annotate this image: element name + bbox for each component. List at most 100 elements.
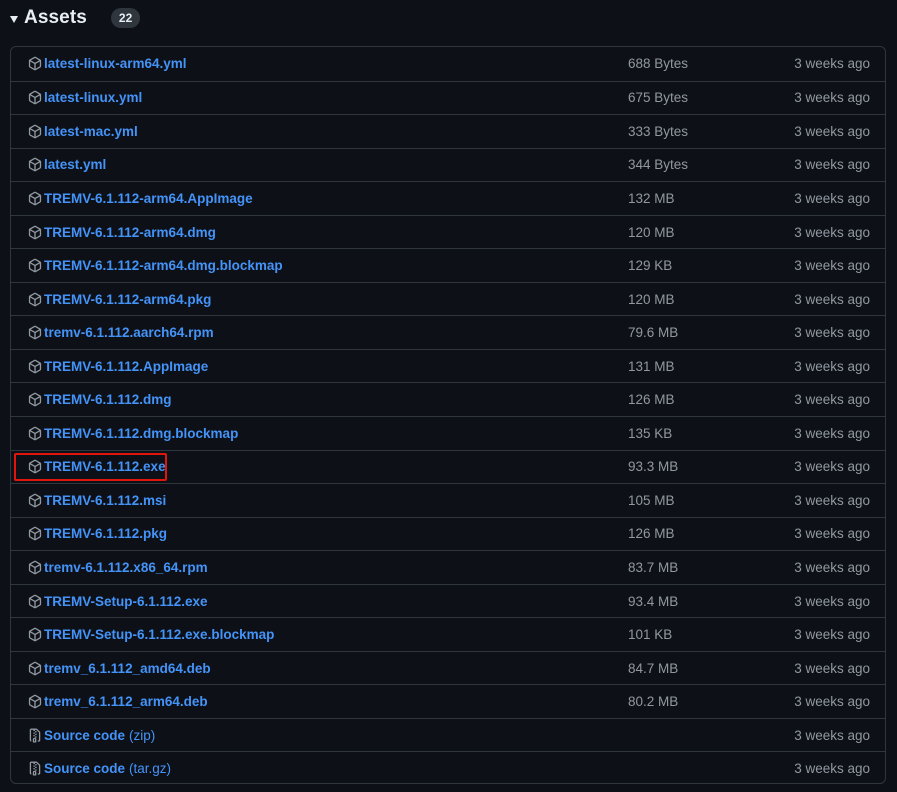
asset-date: 3 weeks ago — [794, 727, 870, 743]
asset-name-cell: latest-linux.yml — [28, 82, 142, 115]
asset-size: 688 Bytes — [628, 56, 689, 72]
asset-name-cell: Source code (tar.gz) — [28, 752, 171, 783]
asset-name-cell: tremv_6.1.112_arm64.deb — [28, 685, 208, 718]
asset-row: TREMV-6.1.112.dmg 126 MB 3 weeks ago — [11, 382, 885, 416]
asset-name-cell: latest.yml — [28, 149, 106, 182]
asset-size: 120 MB — [628, 224, 675, 240]
asset-row: tremv-6.1.112.aarch64.rpm 79.6 MB 3 weeks … — [11, 315, 885, 349]
asset-name-cell: TREMV-6.1.112-arm64.dmg.blockmap — [28, 249, 283, 282]
asset-date: 3 weeks ago — [794, 761, 870, 777]
package-icon — [28, 56, 42, 72]
asset-link-tremv-6-1-112-arm64-dmg-blockmap[interactable]: TREMV-6.1.112-arm64.dmg.blockmap — [44, 258, 283, 273]
asset-link-suffix[interactable]: (zip) — [129, 728, 155, 743]
asset-row: TREMV-6.1.112.exe 93.3 MB 3 weeks ago — [11, 449, 885, 484]
package-icon — [28, 593, 42, 609]
asset-row: TREMV-6.1.112.dmg.blockmap 135 KB 3 weeks … — [11, 416, 885, 450]
asset-link-tremv-6-1-112-msi[interactable]: TREMV-6.1.112.msi — [44, 493, 166, 508]
asset-link-tremv-6-1-112-pkg[interactable]: TREMV-6.1.112.pkg — [44, 526, 167, 541]
asset-size: 131 MB — [628, 358, 675, 374]
asset-size: 79.6 MB — [628, 325, 679, 341]
package-icon — [28, 224, 42, 240]
asset-date: 3 weeks ago — [794, 291, 870, 307]
asset-size: 83.7 MB — [628, 559, 679, 575]
package-icon — [28, 325, 42, 341]
asset-size: 135 KB — [628, 425, 673, 441]
asset-size: 129 KB — [628, 258, 673, 274]
package-icon — [28, 694, 42, 710]
asset-link-tremv-6-1-112-arm64-appimage[interactable]: TREMV-6.1.112-arm64.AppImage — [44, 191, 253, 206]
asset-name-cell: tremv-6.1.112.x86_64.rpm — [28, 551, 208, 584]
asset-date: 3 weeks ago — [794, 627, 870, 643]
asset-row: TREMV-Setup-6.1.112.exe 93.4 MB 3 weeks ag… — [11, 583, 885, 618]
asset-date: 3 weeks ago — [794, 425, 870, 441]
asset-link-tremv-6-1-112-arm64-pkg[interactable]: TREMV-6.1.112-arm64.pkg — [44, 292, 211, 307]
asset-link-tremv-6-1-112-dmg[interactable]: TREMV-6.1.112.dmg — [44, 392, 172, 407]
asset-date: 3 weeks ago — [794, 190, 870, 206]
package-icon — [28, 660, 42, 676]
asset-date: 3 weeks ago — [794, 56, 870, 72]
asset-date: 3 weeks ago — [794, 593, 870, 609]
asset-name-cell: latest-mac.yml — [28, 115, 138, 148]
package-icon — [28, 190, 42, 206]
asset-link-tremv-6-1-112-dmg-blockmap[interactable]: TREMV-6.1.112.dmg.blockmap — [44, 426, 238, 441]
assets-list: latest-linux-arm64.yml 688 Bytes 3 weeks a… — [10, 46, 886, 784]
asset-name-cell: TREMV-6.1.112-arm64.AppImage — [28, 182, 253, 215]
asset-row: TREMV-Setup-6.1.112.exe.blockmap 101 KB 3 … — [11, 617, 885, 651]
asset-link-latest-linux-yml[interactable]: latest-linux.yml — [44, 90, 142, 105]
asset-link-source-code-tar-gz[interactable]: Source code — [44, 761, 125, 776]
asset-link-tremv-setup-6-1-112-exe-blockmap[interactable]: TREMV-Setup-6.1.112.exe.blockmap — [44, 627, 274, 642]
asset-date: 3 weeks ago — [794, 559, 870, 575]
assets-count-badge: 22 — [110, 8, 141, 28]
asset-date: 3 weeks ago — [794, 224, 870, 240]
asset-size: 333 Bytes — [628, 123, 689, 139]
asset-row: latest-mac.yml 333 Bytes 3 weeks ago — [11, 114, 885, 148]
asset-link-latest-yml[interactable]: latest.yml — [44, 157, 106, 172]
asset-size: 675 Bytes — [628, 90, 689, 106]
asset-name-cell: TREMV-6.1.112.pkg — [28, 518, 167, 551]
asset-link-tremv-6-1-112-exe[interactable]: TREMV-6.1.112.exe — [44, 459, 166, 474]
asset-link-tremv-6-1-112-amd64-deb[interactable]: tremv_6.1.112_amd64.deb — [44, 661, 211, 676]
asset-link-tremv-6-1-112-arm64-dmg[interactable]: TREMV-6.1.112-arm64.dmg — [44, 225, 216, 240]
asset-size: 132 MB — [628, 190, 675, 206]
asset-size: 120 MB — [628, 291, 675, 307]
package-icon — [28, 291, 42, 307]
asset-row: TREMV-6.1.112.AppImage 131 MB 3 weeks ago — [11, 348, 885, 383]
asset-date: 3 weeks ago — [794, 358, 870, 374]
asset-row: TREMV-6.1.112.pkg 126 MB 3 weeks ago — [11, 516, 885, 551]
asset-row: latest-linux.yml 675 Bytes 3 weeks ago — [11, 80, 885, 115]
asset-link-tremv-6-1-112-arm64-deb[interactable]: tremv_6.1.112_arm64.deb — [44, 694, 208, 709]
asset-link-suffix[interactable]: (tar.gz) — [129, 761, 171, 776]
assets-header[interactable]: Assets 22 — [10, 4, 141, 32]
package-icon — [28, 258, 42, 274]
asset-date: 3 weeks ago — [794, 90, 870, 106]
file-zip-icon — [28, 727, 42, 743]
asset-date: 3 weeks ago — [794, 660, 870, 676]
asset-link-source-code-zip[interactable]: Source code — [44, 728, 125, 743]
asset-name-cell: TREMV-6.1.112.dmg.blockmap — [28, 417, 238, 450]
asset-name-cell: TREMV-6.1.112.dmg — [28, 383, 172, 416]
asset-name-cell: TREMV-6.1.112-arm64.pkg — [28, 283, 211, 316]
asset-name-cell: TREMV-6.1.112.exe — [28, 451, 166, 484]
asset-link-latest-linux-arm64-yml[interactable]: latest-linux-arm64.yml — [44, 56, 187, 71]
asset-size: 93.3 MB — [628, 459, 679, 475]
asset-row: tremv_6.1.112_amd64.deb 84.7 MB 3 weeks ag… — [11, 650, 885, 685]
asset-row: Source code (zip) 3 weeks ago — [11, 717, 885, 752]
asset-link-tremv-6-1-112-appimage[interactable]: TREMV-6.1.112.AppImage — [44, 359, 208, 374]
asset-date: 3 weeks ago — [794, 123, 870, 139]
package-icon — [28, 157, 42, 173]
asset-link-latest-mac-yml[interactable]: latest-mac.yml — [44, 124, 138, 139]
asset-link-tremv-setup-6-1-112-exe[interactable]: TREMV-Setup-6.1.112.exe — [44, 594, 208, 609]
asset-date: 3 weeks ago — [794, 392, 870, 408]
disclosure-triangle-icon[interactable] — [10, 15, 18, 23]
asset-date: 3 weeks ago — [794, 526, 870, 542]
asset-name-cell: Source code (zip) — [28, 719, 155, 752]
asset-date: 3 weeks ago — [794, 325, 870, 341]
asset-date: 3 weeks ago — [794, 157, 870, 173]
asset-row: TREMV-6.1.112-arm64.pkg 120 MB 3 weeks ago — [11, 281, 885, 316]
asset-size: 101 KB — [628, 627, 673, 643]
asset-link-tremv-6-1-112-aarch64-rpm[interactable]: tremv-6.1.112.aarch64.rpm — [44, 325, 214, 340]
asset-link-tremv-6-1-112-x86-64-rpm[interactable]: tremv-6.1.112.x86_64.rpm — [44, 560, 208, 575]
package-icon — [28, 392, 42, 408]
package-icon — [28, 627, 42, 643]
package-icon — [28, 358, 42, 374]
